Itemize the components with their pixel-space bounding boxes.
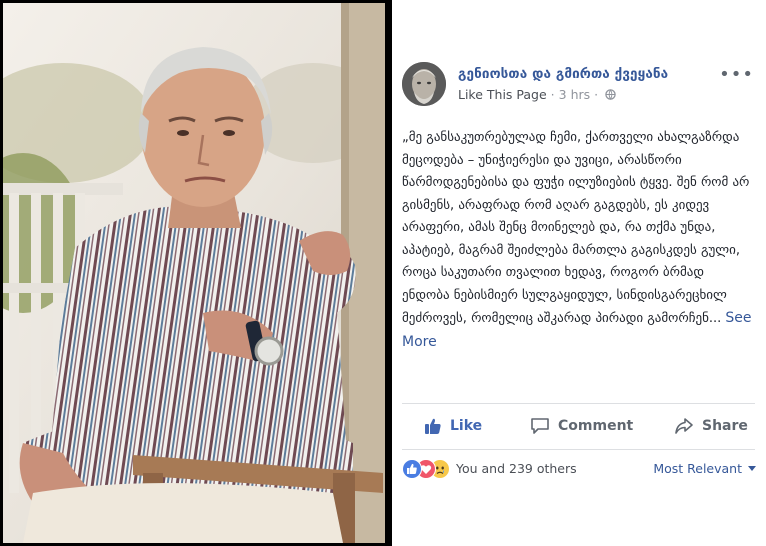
sort-label: Most Relevant <box>653 461 742 476</box>
globe-icon <box>605 88 616 100</box>
like-label: Like <box>450 418 483 434</box>
page-name-link[interactable]: გენიოსთა და გმირთა ქვეყანა <box>458 66 668 82</box>
caret-down-icon <box>748 466 756 471</box>
reaction-count[interactable]: You and 239 others <box>456 461 577 476</box>
share-icon <box>675 418 693 434</box>
photo-image <box>3 3 385 543</box>
meta-separator: · <box>550 87 555 102</box>
post-panel: გენიოსთა და გმირთა ქვეყანა Like This Pag… <box>392 0 766 546</box>
avatar-image <box>402 62 446 106</box>
comment-button[interactable]: Comment <box>530 414 633 438</box>
post-body-text: „მე განსაკუთრებულად ჩემი, ქართველი ახალგ… <box>402 130 750 326</box>
divider <box>402 449 755 450</box>
like-reaction-icon <box>402 459 422 479</box>
post-actions: Like Comment Share <box>402 410 755 442</box>
post-photo[interactable] <box>3 3 385 543</box>
share-button[interactable]: Share <box>674 414 748 438</box>
meta-separator-2: · <box>594 87 599 102</box>
comment-sort-dropdown[interactable]: Most Relevant <box>653 461 756 476</box>
reaction-icons[interactable] <box>402 459 454 479</box>
thumbs-up-icon <box>425 418 441 434</box>
like-button[interactable]: Like <box>424 414 482 438</box>
divider <box>402 403 755 404</box>
post-body: „მე განსაკუთრებულად ჩემი, ქართველი ახალგ… <box>402 127 754 354</box>
comment-icon <box>531 418 549 434</box>
post-meta: Like This Page · 3 hrs · <box>458 87 616 102</box>
photo-viewer <box>0 0 392 546</box>
more-options-icon[interactable]: ••• <box>719 64 754 85</box>
post-time[interactable]: 3 hrs <box>559 87 591 102</box>
reactions-bar: You and 239 others Most Relevant <box>402 459 762 481</box>
post-header: გენიოსთა და გმირთა ქვეყანა Like This Pag… <box>402 60 762 110</box>
share-label: Share <box>702 418 748 434</box>
comment-label: Comment <box>558 418 634 434</box>
page-avatar[interactable] <box>402 62 446 106</box>
like-page-link[interactable]: Like This Page <box>458 87 547 102</box>
